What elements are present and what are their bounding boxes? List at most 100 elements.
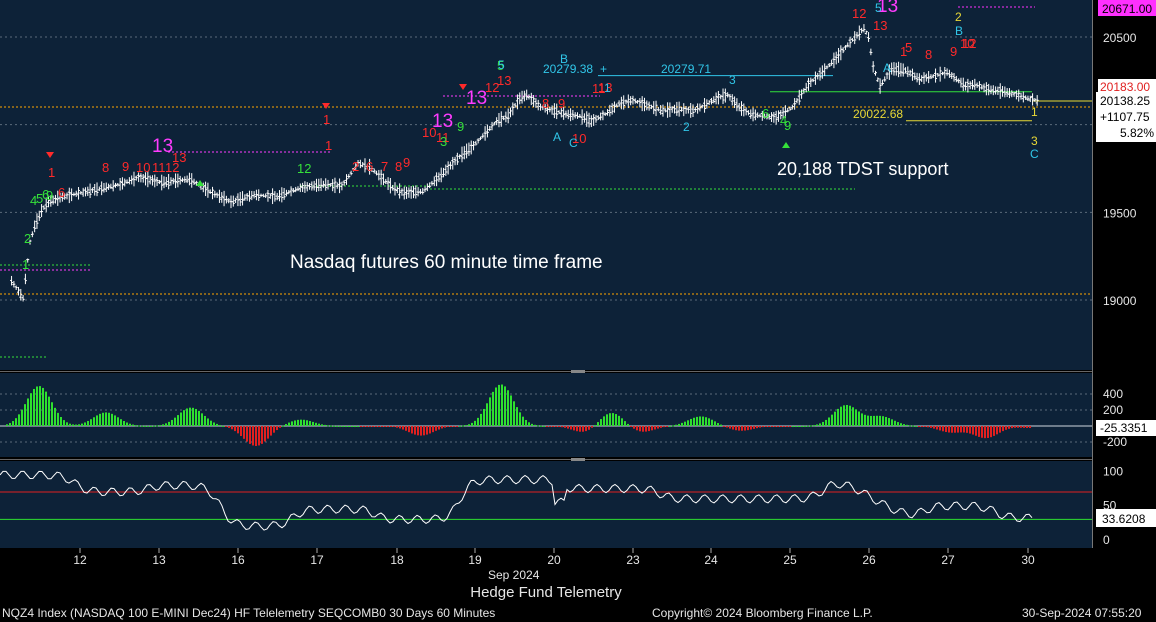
hist-bar [351,425,353,427]
td-red-count: 13 [172,150,186,165]
hist-bar [519,412,521,426]
hist-bar [132,424,134,426]
hist-bar [1002,426,1004,432]
hist-bar [318,423,320,426]
hist-bar [1017,426,1019,428]
hist-bar [123,420,125,426]
hist-bar [12,421,14,426]
hist-bar [978,426,980,437]
hist-bar [111,413,113,426]
hist-bar [525,419,527,426]
hist-bar [762,426,764,428]
hist-bar [69,423,71,426]
hist-bar [771,426,773,427]
td-green-count: 9 [457,119,464,134]
hist-bar [396,426,398,428]
td-cyan-label: A [883,61,891,75]
hist-bar [96,415,98,426]
price-axis-tick: 19500 [1103,206,1137,220]
hist-bar [687,420,689,426]
hist-bar [768,426,770,427]
hist-bar [627,423,629,426]
hist-bar [996,426,998,435]
x-axis-tick: 17 [310,553,324,567]
hist-bar [864,414,866,426]
hist-bar [714,421,716,426]
hist-bar [471,422,473,426]
hist-bar [384,426,386,427]
hist-bar [660,426,662,428]
td-red-count: 9 [122,159,129,174]
hist-bar [723,426,725,427]
hist-bar [432,426,434,433]
panel-splitter-2[interactable] [571,458,585,461]
hist-bar [156,425,158,427]
td-red-count: 12 [852,6,866,21]
hist-bar [975,426,977,436]
hist-bar [855,409,857,426]
hist-bar [927,426,929,428]
hist-bar [948,426,950,433]
hist-bar [945,426,947,433]
high-price-label: 20671.00 [1102,2,1152,16]
hist-bar [963,426,965,433]
hist-bar [780,426,782,427]
hist-bar [420,426,422,436]
hist-axis-tick: 200 [1103,403,1123,417]
hist-bar [222,425,224,427]
hist-bar [633,426,635,429]
hist-bar [273,426,275,433]
last-price-label: 20138.25 [1100,94,1150,108]
hist-bar [18,414,20,426]
hist-bar [315,422,317,426]
hist-bar [252,426,254,446]
hist-bar [105,412,107,426]
hist-bar [114,415,116,426]
hist-bar [909,425,911,427]
hist-bar [372,426,374,427]
hist-bar [888,418,890,426]
x-month-label: Sep 2024 [488,568,540,582]
hist-bar [417,426,419,436]
hist-bar [534,424,536,426]
td-red-count: 6 [58,185,65,200]
footer-security: NQZ4 Index (NASDAQ 100 E-MINI Dec24) HF … [2,606,496,620]
hist-bar [624,421,626,426]
osc-axis-tick: 0 [1103,533,1110,547]
hist-bar [348,425,350,427]
hist-bar [1026,426,1028,428]
hist-bar [516,407,518,426]
hist-bar [207,418,209,426]
hist-bar [669,425,671,427]
hist-bar [333,425,335,427]
hist-bar [591,426,593,428]
hist-bar [408,426,410,433]
hist-bar [465,425,467,427]
td-red-count: 2 [352,159,359,174]
hist-bar [507,390,509,426]
hist-bar [999,426,1001,433]
hist-bar [54,407,56,426]
hist-bar [153,425,155,427]
hist-bar [747,426,749,431]
hist-bar [48,396,50,426]
x-axis-tick: 16 [231,553,245,567]
hist-bar [147,425,149,427]
hist-bar [621,418,623,426]
hist-bar [903,424,905,426]
td-red-count: 8 [925,47,932,62]
hist-bar [303,419,305,426]
hist-bar [306,420,308,426]
hist-bar [570,426,572,430]
price-axis-tick: 19000 [1103,294,1137,308]
td-green-count: 3 [440,134,447,149]
hist-bar [426,426,428,435]
hist-bar [276,426,278,431]
hist-bar [381,426,383,427]
hist-bar [237,426,239,434]
hist-bar [783,426,785,427]
panel-splitter-1[interactable] [571,370,585,373]
hist-bar [9,423,11,426]
hist-bar [513,401,515,426]
hist-bar [900,423,902,426]
